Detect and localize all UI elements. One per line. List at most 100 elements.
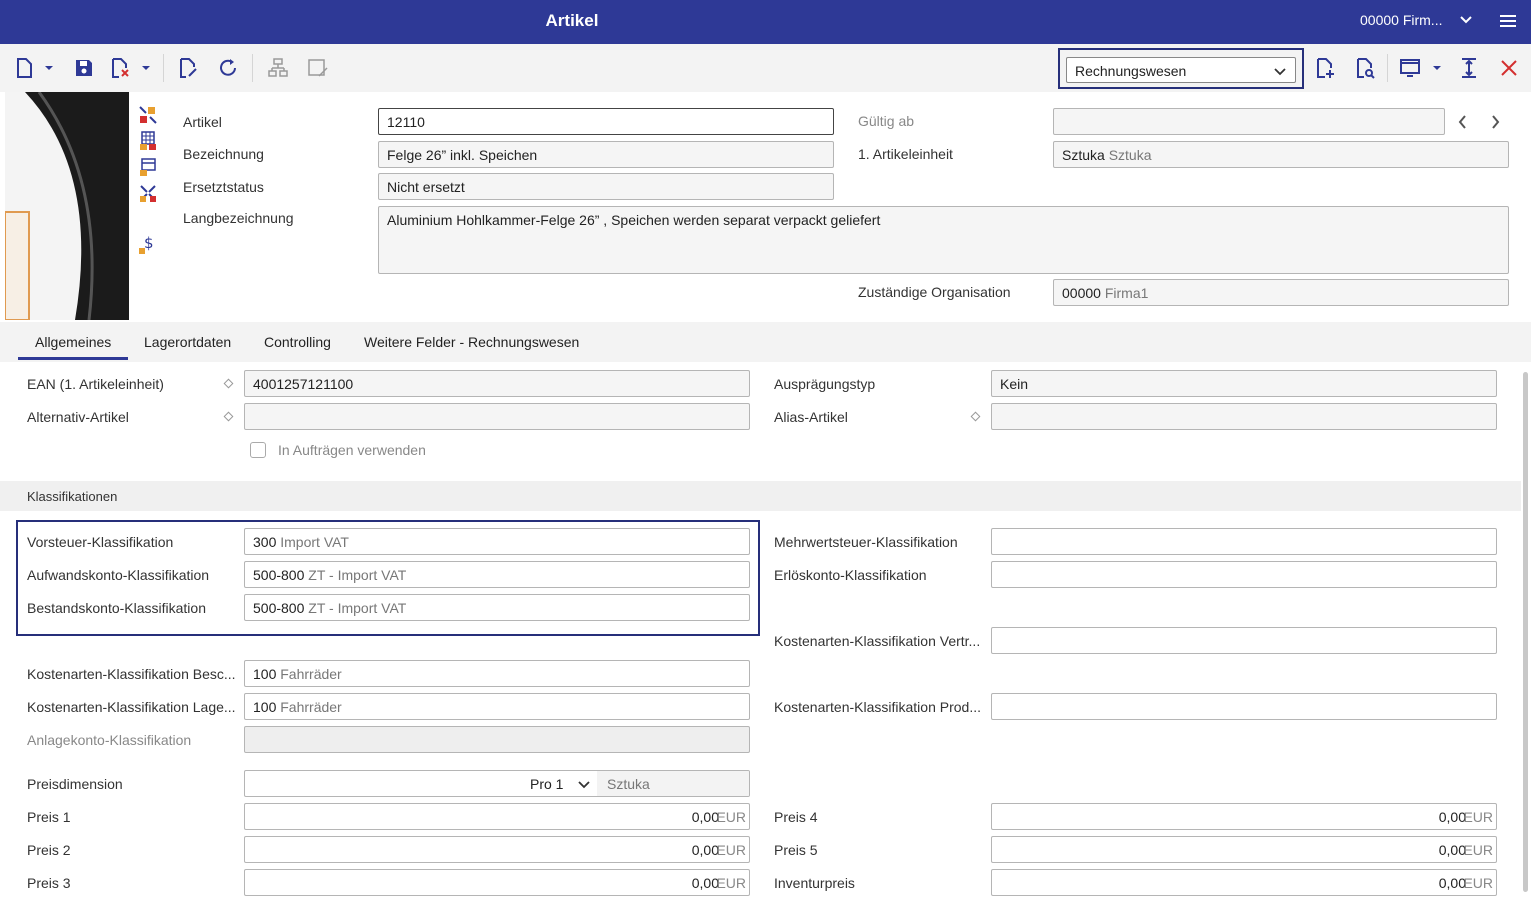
ersetztstatus-input[interactable]: Nicht ersetzt (378, 173, 834, 200)
article-grid-icon[interactable] (138, 131, 158, 154)
refresh-icon[interactable] (216, 56, 240, 80)
inventurpreis-label: Inventurpreis (774, 875, 855, 891)
discard-dropdown-icon[interactable] (139, 56, 153, 80)
aufwandskonto-input[interactable]: 500-800 ZT - Import VAT (244, 561, 750, 588)
erloeskonto-input[interactable] (991, 561, 1497, 588)
preis4-input[interactable]: 0,00 EUR (991, 803, 1497, 830)
bezeichnung-input[interactable]: Felge 26” inkl. Speichen (378, 141, 834, 168)
hamburger-menu-icon[interactable] (1499, 12, 1517, 33)
aufwandskonto-desc: ZT - Import VAT (308, 567, 407, 583)
preis5-input[interactable]: 0,00 EUR (991, 836, 1497, 863)
kostenarten-lage-desc: Fahrräder (280, 699, 342, 715)
bestandskonto-code: 500-800 (253, 600, 305, 616)
organisation-desc: Firma1 (1104, 285, 1149, 301)
diamond-icon (970, 411, 981, 422)
tab-bar: Allgemeines Lagerortdaten Controlling We… (0, 322, 1531, 362)
vorsteuer-code: 300 (253, 534, 277, 550)
kostenarten-besc-label: Kostenarten-Klassifikation Besc... (27, 666, 236, 682)
edit-document-icon[interactable] (176, 56, 200, 80)
kostenarten-prod-label: Kostenarten-Klassifikation Prod... (774, 699, 981, 715)
kostenarten-lage-label: Kostenarten-Klassifikation Lage... (27, 699, 236, 715)
inventurpreis-input[interactable]: 0,00 EUR (991, 869, 1497, 896)
preis2-input[interactable]: 0,00 EUR (244, 836, 750, 863)
tab-weitere-felder[interactable]: Weitere Felder - Rechnungswesen (364, 334, 579, 350)
mehrwertsteuer-input[interactable] (991, 528, 1497, 555)
artikeleinheit-code: Sztuka (1062, 147, 1105, 163)
preis5-label: Preis 5 (774, 842, 818, 858)
active-tab-indicator (18, 357, 128, 360)
screen-dropdown-icon[interactable] (1430, 56, 1444, 80)
organisation-label: Zuständige Organisation (858, 284, 1011, 300)
page-title: Artikel (545, 11, 599, 30)
erloeskonto-label: Erlöskonto-Klassifikation (774, 567, 927, 583)
article-calendar-icon[interactable] (138, 157, 158, 180)
article-price-icon[interactable]: $ (138, 234, 158, 258)
chevron-down-icon[interactable] (1458, 12, 1474, 31)
auftraege-checkbox[interactable] (250, 442, 266, 458)
alternativ-artikel-input[interactable] (244, 403, 750, 430)
preisdimension-input[interactable]: Pro 1 Sztuka (244, 770, 750, 797)
expand-height-icon[interactable] (1457, 56, 1481, 80)
annotate-icon[interactable] (306, 56, 330, 80)
preis3-label: Preis 3 (27, 875, 71, 891)
preis1-label: Preis 1 (27, 809, 71, 825)
artikel-label: Artikel (183, 114, 222, 130)
tab-allgemeines[interactable]: Allgemeines (35, 334, 111, 350)
kostenarten-vertr-input[interactable] (991, 627, 1497, 654)
kostenarten-prod-input[interactable] (991, 693, 1497, 720)
new-dropdown-icon[interactable] (42, 56, 56, 80)
auspraegungstyp-input[interactable]: Kein (991, 370, 1497, 397)
chevron-left-icon[interactable] (1456, 114, 1470, 133)
new-document-icon[interactable] (12, 56, 36, 80)
company-selector[interactable]: 00000 Firm... (1360, 12, 1442, 28)
auftraege-label: In Aufträgen verwenden (278, 442, 426, 458)
app-header: Artikel 00000 Firm... (0, 0, 1531, 44)
close-icon[interactable] (1497, 56, 1521, 80)
anlagekonto-input (244, 726, 750, 753)
kostenarten-besc-input[interactable]: 100 Fahrräder (244, 660, 750, 687)
tab-lagerortdaten[interactable]: Lagerortdaten (144, 334, 231, 350)
ean-input[interactable]: 4001257121100 (244, 370, 750, 397)
vorsteuer-label: Vorsteuer-Klassifikation (27, 534, 174, 550)
svg-text:$: $ (144, 235, 154, 252)
ean-label: EAN (1. Artikeleinheit) (27, 376, 164, 392)
article-replace-icon[interactable] (138, 183, 158, 206)
kostenarten-besc-desc: Fahrräder (280, 666, 342, 682)
preis5-value: 0,00 (1438, 842, 1466, 858)
kostenarten-besc-code: 100 (253, 666, 277, 682)
search-document-icon[interactable] (1353, 56, 1377, 80)
bestandskonto-input[interactable]: 500-800 ZT - Import VAT (244, 594, 750, 621)
discard-icon[interactable] (108, 56, 132, 80)
bestandskonto-label: Bestandskonto-Klassifikation (27, 600, 206, 616)
preis1-input[interactable]: 0,00 EUR (244, 803, 750, 830)
kostenarten-vertr-label: Kostenarten-Klassifikation Vertr... (774, 633, 981, 649)
organisation-code: 00000 (1062, 285, 1101, 301)
scrollbar[interactable] (1523, 372, 1528, 892)
mehrwertsteuer-label: Mehrwertsteuer-Klassifikation (774, 534, 958, 550)
structure-icon[interactable] (266, 56, 290, 80)
tab-controlling[interactable]: Controlling (264, 334, 331, 350)
preis3-value: 0,00 (691, 875, 719, 891)
save-icon[interactable] (72, 56, 96, 80)
artikel-input[interactable]: 12110 (378, 108, 834, 135)
add-document-icon[interactable] (1313, 56, 1337, 80)
preisdimension-unit: Sztuka (607, 776, 650, 792)
preis3-input[interactable]: 0,00 EUR (244, 869, 750, 896)
preis2-value: 0,00 (691, 842, 719, 858)
article-transform-icon[interactable] (138, 105, 158, 128)
chevron-right-icon[interactable] (1488, 114, 1502, 133)
langbezeichnung-input[interactable]: Aluminium Hohlkammer-Felge 26” , Speiche… (378, 206, 1509, 274)
alias-artikel-input[interactable] (991, 403, 1497, 430)
currency: EUR (716, 842, 746, 858)
screen-icon[interactable] (1398, 56, 1422, 80)
currency: EUR (1463, 875, 1493, 891)
organisation-input[interactable]: 00000 Firma1 (1053, 279, 1509, 306)
view-select[interactable]: Rechnungswesen (1066, 57, 1296, 83)
artikeleinheit-input[interactable]: Sztuka Sztuka (1053, 141, 1509, 168)
chevron-down-icon (578, 781, 590, 789)
section-title: Klassifikationen (27, 489, 118, 504)
kostenarten-lage-input[interactable]: 100 Fahrräder (244, 693, 750, 720)
vorsteuer-input[interactable]: 300 Import VAT (244, 528, 750, 555)
preis2-label: Preis 2 (27, 842, 71, 858)
gueltig-ab-input[interactable] (1053, 108, 1445, 135)
